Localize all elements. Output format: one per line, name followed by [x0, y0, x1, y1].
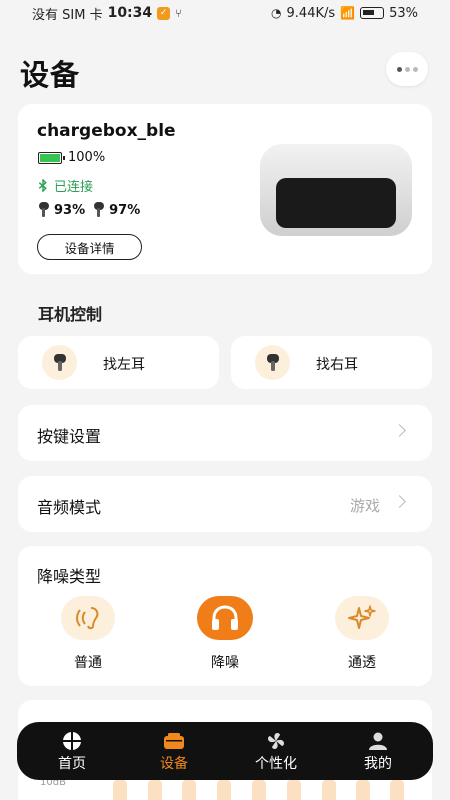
- connection-status: 已连接: [54, 180, 94, 195]
- anc-type-title: 降噪类型: [37, 567, 102, 586]
- net-speed: 9.44K/s: [286, 5, 336, 21]
- audio-mode-value: 游戏: [349, 497, 380, 515]
- nav-personalize[interactable]: 个性化: [231, 730, 321, 773]
- device-name: chargebox_ble: [37, 121, 176, 141]
- eq-band-slider[interactable]: [322, 780, 336, 800]
- case-icon: [129, 730, 219, 752]
- status-bar: 没有 SIM 卡 10:34 ✓ ⑂ ◔ 9.44K/s 📶 53%: [0, 0, 450, 26]
- more-dot-icon: [396, 66, 402, 72]
- ear-wave-icon: [61, 596, 115, 640]
- find-left-ear-button[interactable]: 找左耳: [18, 336, 219, 389]
- anc-option-transparent[interactable]: 通透: [322, 596, 402, 672]
- eq-band-slider[interactable]: [252, 780, 266, 800]
- anc-option-normal[interactable]: 普通: [48, 596, 128, 672]
- find-right-ear-label: 找右耳: [316, 357, 358, 373]
- nav-device[interactable]: 设备: [129, 730, 219, 773]
- eq-band-slider[interactable]: [390, 780, 404, 800]
- left-earbud-icon: [42, 345, 77, 380]
- charging-case-image: [260, 144, 412, 236]
- user-icon: [333, 730, 423, 752]
- eq-band-slider[interactable]: [148, 780, 162, 800]
- eq-band-slider[interactable]: [113, 780, 127, 800]
- key-settings-label: 按键设置: [37, 427, 102, 446]
- right-earbud-battery: 97%: [109, 202, 141, 218]
- device-battery-row: 100%: [38, 150, 105, 165]
- left-earbud-icon: [38, 202, 50, 218]
- audio-mode-row[interactable]: 音频模式 游戏: [18, 476, 432, 532]
- nav-home-label: 首页: [58, 755, 86, 772]
- notification-icon: ✓: [157, 6, 171, 20]
- sparkle-icon: [335, 596, 389, 640]
- wifi-icon: 📶: [340, 6, 356, 20]
- eq-band-slider[interactable]: [287, 780, 301, 800]
- anc-option-label: 降噪: [211, 655, 239, 671]
- carrier-text: 没有 SIM 卡: [32, 7, 103, 23]
- key-settings-row[interactable]: 按键设置: [18, 405, 432, 461]
- anc-option-label: 通透: [348, 655, 376, 671]
- right-earbud-icon: [255, 345, 290, 380]
- chevron-right-icon: [393, 495, 406, 508]
- bottom-nav: 首页 设备 个性化 我的: [17, 722, 433, 780]
- speed-icon: ◔: [271, 6, 282, 20]
- left-earbud-battery: 93%: [54, 202, 86, 218]
- chevron-right-icon: [393, 424, 406, 437]
- usb-icon: ⑂: [175, 6, 182, 20]
- device-card[interactable]: chargebox_ble 100% 已连接 93% 97% 设备详情: [18, 104, 432, 274]
- find-right-ear-button[interactable]: 找右耳: [231, 336, 432, 389]
- nav-device-label: 设备: [160, 755, 188, 772]
- more-button[interactable]: [386, 52, 428, 86]
- audio-mode-label: 音频模式: [37, 498, 102, 517]
- page-title: 设备: [20, 58, 81, 92]
- right-earbud-icon: [93, 202, 105, 218]
- battery-icon: [360, 7, 385, 19]
- device-battery-value: 100%: [68, 150, 106, 165]
- grid-icon: [27, 730, 117, 752]
- pinwheel-icon: [231, 730, 321, 752]
- nav-mine[interactable]: 我的: [333, 730, 423, 773]
- anc-option-noise-cancel[interactable]: 降噪: [185, 596, 265, 672]
- eq-band-slider[interactable]: [182, 780, 196, 800]
- connection-row: 已连接: [38, 176, 93, 195]
- eq-band-slider[interactable]: [356, 780, 370, 800]
- headphones-icon: [197, 596, 253, 640]
- device-detail-button[interactable]: 设备详情: [37, 234, 142, 260]
- more-dot-icon: [404, 66, 410, 72]
- nav-home[interactable]: 首页: [27, 730, 117, 773]
- battery-percent: 53%: [389, 5, 418, 21]
- find-left-ear-label: 找左耳: [103, 357, 145, 373]
- eq-band-slider[interactable]: [217, 780, 231, 800]
- earbuds-battery-row: 93% 97%: [38, 202, 140, 218]
- nav-personalize-label: 个性化: [255, 755, 297, 772]
- battery-full-icon: [38, 151, 65, 164]
- clock: 10:34: [107, 5, 153, 21]
- earphone-control-title: 耳机控制: [38, 305, 103, 324]
- anc-type-card: 降噪类型 普通 降噪 通透: [18, 546, 432, 686]
- anc-option-label: 普通: [74, 655, 102, 671]
- bluetooth-icon: [38, 179, 47, 192]
- more-dot-icon: [412, 66, 418, 72]
- nav-mine-label: 我的: [364, 755, 392, 772]
